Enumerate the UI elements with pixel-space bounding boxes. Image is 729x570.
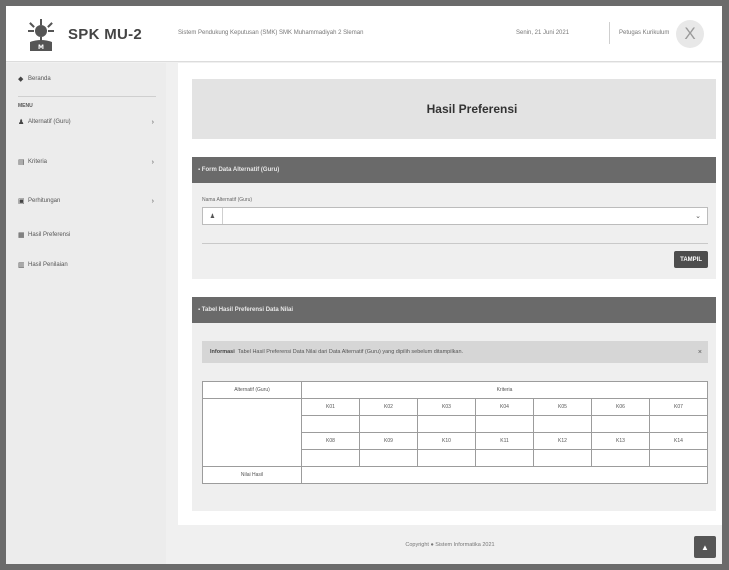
chevron-down-icon: ⌄	[695, 213, 701, 220]
table-cell	[417, 449, 476, 467]
sidebar-item-label: Perhitungan	[28, 198, 61, 204]
brand[interactable]: M SPK MU-2	[6, 6, 166, 62]
chevron-right-icon: ›	[151, 158, 154, 166]
table-row: Alternatif (Guru) Kriteria	[202, 381, 708, 399]
dashboard-icon: ◆	[18, 76, 24, 83]
table-cell: K13	[591, 432, 650, 450]
table-cell	[591, 449, 650, 467]
info-text: Tabel Hasil Preferensi Data Nilai dari D…	[237, 349, 464, 355]
table-cell	[359, 415, 418, 433]
table-cell	[301, 466, 708, 484]
sidebar-item-label: Hasil Penilaian	[28, 262, 68, 268]
table-cell: K08	[301, 432, 360, 450]
table-cell: K05	[533, 398, 592, 416]
table-cell	[475, 415, 534, 433]
table-cell: K14	[649, 432, 708, 450]
table-row: Nilai Hasil	[202, 466, 708, 484]
chevron-up-icon: ▲	[701, 542, 709, 552]
sidebar-section-header: MENU	[18, 103, 33, 109]
table-cell: K12	[533, 432, 592, 450]
user-icon: ♟	[18, 119, 25, 126]
alternatif-select[interactable]: ♟ ⌄	[202, 207, 708, 225]
user-icon: ♟	[203, 208, 223, 224]
table-cell: K11	[475, 432, 534, 450]
table-cell: K07	[649, 398, 708, 416]
table-cell	[202, 398, 302, 467]
school-name: Sistem Pendukung Keputusan (SMK) SMK Muh…	[178, 30, 364, 36]
form-panel: ▪ Form Data Alternatif (Guru) Nama Alter…	[192, 157, 716, 279]
table-cell: Nilai Hasil	[202, 466, 302, 484]
field-label: Nama Alternatif (Guru)	[202, 197, 253, 203]
sidebar-item-perhitungan[interactable]: ▣ Perhitungan ›	[18, 194, 158, 208]
table-cell	[475, 449, 534, 467]
table-cell	[533, 449, 592, 467]
header-divider	[609, 22, 610, 44]
panel-title: Tabel Hasil Preferensi Data Nilai	[201, 307, 294, 313]
page-title: Hasil Preferensi	[426, 102, 518, 116]
table-cell	[301, 415, 360, 433]
info-label: Informasi	[210, 349, 235, 355]
sidebar-item-hasil-preferensi[interactable]: ▦ Hasil Preferensi	[18, 228, 158, 242]
table-cell: K03	[417, 398, 476, 416]
chevron-right-icon: ›	[151, 197, 154, 205]
close-icon[interactable]: ×	[698, 349, 702, 356]
table-cell	[533, 415, 592, 433]
table-cell	[417, 415, 476, 433]
sidebar-item-label: Beranda	[28, 76, 51, 82]
table-cell	[649, 449, 708, 467]
panel-header: ▪ Tabel Hasil Preferensi Data Nilai	[192, 297, 716, 323]
calculator-icon: ▣	[18, 198, 25, 205]
avatar[interactable]: X	[676, 20, 704, 48]
sidebar-item-alternatif[interactable]: ♟ Alternatif (Guru) ›	[18, 115, 158, 129]
page-title-card: Hasil Preferensi	[192, 79, 716, 139]
chart-icon: ▦	[18, 232, 25, 239]
table-header-cell: Kriteria	[301, 381, 708, 399]
sidebar-item-label: Kriteria	[28, 159, 48, 165]
tampil-button[interactable]: TAMPIL	[674, 251, 708, 268]
divider	[202, 243, 708, 244]
table-row: K01 K02 K03 K04 K05 K06 K07	[202, 398, 708, 467]
svg-text:M: M	[38, 44, 44, 51]
sidebar: ◆ Beranda MENU ♟ Alternatif (Guru) › ▤ K…	[6, 63, 166, 564]
table-cell	[649, 415, 708, 433]
table-cell: K09	[359, 432, 418, 450]
table-cell	[591, 415, 650, 433]
info-alert: Informasi Tabel Hasil Preferensi Data Ni…	[202, 341, 708, 363]
user-name[interactable]: Petugas Kurikulum	[619, 30, 669, 36]
table-cell: K02	[359, 398, 418, 416]
brand-name: SPK MU-2	[68, 26, 143, 43]
panel-header: ▪ Form Data Alternatif (Guru)	[192, 157, 716, 183]
result-table: Alternatif (Guru) Kriteria K01 K02 K03 K…	[202, 381, 708, 484]
sidebar-item-label: Alternatif (Guru)	[28, 119, 71, 125]
sidebar-item-dashboard[interactable]: ◆ Beranda	[18, 72, 158, 86]
sidebar-divider	[18, 96, 156, 97]
result-panel: ▪ Tabel Hasil Preferensi Data Nilai Info…	[192, 297, 716, 511]
table-cell: K06	[591, 398, 650, 416]
table-cell: K04	[475, 398, 534, 416]
sidebar-item-kriteria[interactable]: ▤ Kriteria ›	[18, 155, 158, 169]
chevron-right-icon: ›	[151, 118, 154, 126]
clipboard-icon: ▥	[18, 262, 25, 269]
current-date: Senin, 21 Juni 2021	[516, 30, 570, 36]
top-bar: M SPK MU-2 Sistem Pendukung Keputusan (S…	[6, 6, 722, 62]
table-cell	[359, 449, 418, 467]
panel-title: Form Data Alternatif (Guru)	[201, 167, 280, 173]
sidebar-item-hasil-penilaian[interactable]: ▥ Hasil Penilaian	[18, 258, 158, 272]
table-cell: K10	[417, 432, 476, 450]
footer: Copyright ● Sistem Informatika 2021	[405, 542, 495, 548]
table-icon: ▤	[18, 159, 25, 166]
scroll-to-top-button[interactable]: ▲	[694, 536, 716, 558]
main-content: Hasil Preferensi ▪ Form Data Alternatif …	[178, 63, 722, 525]
table-cell	[301, 449, 360, 467]
app-window: M SPK MU-2 Sistem Pendukung Keputusan (S…	[6, 6, 722, 564]
table-header-cell: Alternatif (Guru)	[202, 381, 302, 399]
sidebar-item-label: Hasil Preferensi	[28, 232, 71, 238]
table-cell: K01	[301, 398, 360, 416]
school-logo-icon: M	[28, 19, 54, 51]
